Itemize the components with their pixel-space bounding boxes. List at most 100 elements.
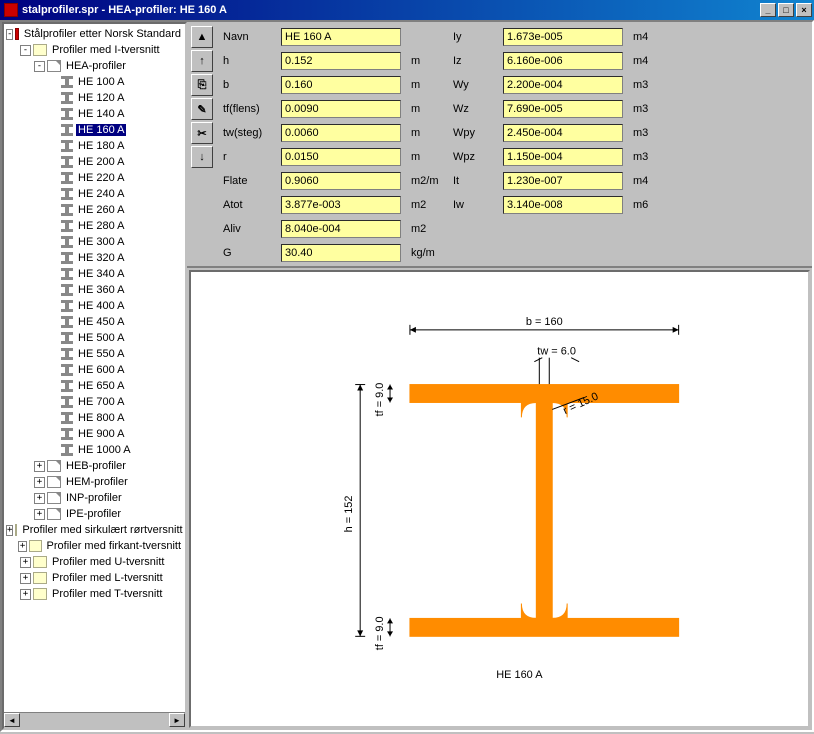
tree-root[interactable]: -Stålprofiler etter Norsk Standard (6, 26, 183, 42)
expander-icon (48, 189, 59, 200)
cut-button[interactable]: ✂ (191, 122, 213, 144)
scroll-left-button[interactable]: ◄ (4, 713, 20, 727)
field-value-Atot[interactable]: 3.877e-003 (281, 196, 401, 214)
tree-label: HE 220 A (76, 172, 126, 184)
move-first-button[interactable]: ▲ (191, 26, 213, 48)
tree-group-hem-profiler[interactable]: +HEM-profiler (6, 474, 183, 490)
field-value-Aliv[interactable]: 8.040e-004 (281, 220, 401, 238)
expander-icon[interactable]: + (18, 541, 28, 552)
field-value-Navn[interactable]: HE 160 A (281, 28, 401, 46)
tree-group-heb-profiler[interactable]: +HEB-profiler (6, 458, 183, 474)
field-value-Wpz[interactable]: 1.150e-004 (503, 148, 623, 166)
field-value-Iz[interactable]: 6.160e-006 (503, 52, 623, 70)
tree-item-he-1000-a[interactable]: HE 1000 A (6, 442, 183, 458)
field-value-r[interactable]: 0.0150 (281, 148, 401, 166)
field-value-Flate[interactable]: 0.9060 (281, 172, 401, 190)
tree-item-he-340-a[interactable]: HE 340 A (6, 266, 183, 282)
field-value-tw(steg)[interactable]: 0.0060 (281, 124, 401, 142)
expander-icon[interactable]: - (20, 45, 31, 56)
field-value-Iw[interactable]: 3.140e-008 (503, 196, 623, 214)
tree-group-ipe-profiler[interactable]: +IPE-profiler (6, 506, 183, 522)
tree-item-he-700-a[interactable]: HE 700 A (6, 394, 183, 410)
tree-group-i[interactable]: -Profiler med I-tversnitt (6, 42, 183, 58)
tree-item-he-280-a[interactable]: HE 280 A (6, 218, 183, 234)
tree-item-he-800-a[interactable]: HE 800 A (6, 410, 183, 426)
expander-icon[interactable]: - (6, 29, 13, 40)
expander-icon[interactable]: + (34, 493, 45, 504)
field-value-tf(flens)[interactable]: 0.0090 (281, 100, 401, 118)
tree-item-he-140-a[interactable]: HE 140 A (6, 106, 183, 122)
tree-item-he-160-a[interactable]: HE 160 A (6, 122, 183, 138)
field-value-Wpy[interactable]: 2.450e-004 (503, 124, 623, 142)
tree-label: HE 200 A (76, 156, 126, 168)
tree-group-other[interactable]: + Profiler med L-tversnitt (6, 570, 183, 586)
tree-group-inp-profiler[interactable]: + INP-profiler (6, 490, 183, 506)
field-value-b[interactable]: 0.160 (281, 76, 401, 94)
tree-item-he-500-a[interactable]: HE 500 A (6, 330, 183, 346)
expander-icon[interactable]: + (34, 461, 45, 472)
tree-item-he-300-a[interactable]: HE 300 A (6, 234, 183, 250)
expander-icon (48, 125, 59, 136)
tree-group-other[interactable]: + Profiler med T-tversnitt (6, 586, 183, 602)
move-down-button[interactable]: ↓ (191, 146, 213, 168)
field-value-Wy[interactable]: 2.200e-004 (503, 76, 623, 94)
tree-label: HE 260 A (76, 204, 126, 216)
field-unit-r: m (411, 148, 443, 166)
expander-icon[interactable]: + (34, 477, 45, 488)
copy-button[interactable]: ⎘ (191, 74, 213, 96)
tree-group-other[interactable]: +Profiler med sirkulært rørtversnitt (6, 522, 183, 538)
tree-label: Profiler med L-tversnitt (50, 572, 165, 584)
field-value-It[interactable]: 1.230e-007 (503, 172, 623, 190)
maximize-button[interactable]: □ (778, 3, 794, 17)
tree-item-he-100-a[interactable]: HE 100 A (6, 74, 183, 90)
ibeam-icon (61, 236, 73, 248)
tree-item-he-320-a[interactable]: HE 320 A (6, 250, 183, 266)
tree-item-he-600-a[interactable]: HE 600 A (6, 362, 183, 378)
field-label-b: b (223, 76, 271, 94)
tree-item-he-260-a[interactable]: HE 260 A (6, 202, 183, 218)
tree-item-he-650-a[interactable]: HE 650 A (6, 378, 183, 394)
horizontal-scrollbar[interactable]: ◄ ► (4, 712, 185, 728)
page-icon (47, 460, 61, 472)
field-label-Iz: Iz (453, 52, 493, 70)
minimize-button[interactable]: _ (760, 3, 776, 17)
tree-item-he-360-a[interactable]: HE 360 A (6, 282, 183, 298)
field-label-Atot: Atot (223, 196, 271, 214)
field-value-Wz[interactable]: 7.690e-005 (503, 100, 623, 118)
field-unit-tf(flens): m (411, 100, 443, 118)
field-value-h[interactable]: 0.152 (281, 52, 401, 70)
expander-icon[interactable]: + (6, 525, 13, 536)
field-label-Aliv: Aliv (223, 220, 271, 238)
tree-item-he-550-a[interactable]: HE 550 A (6, 346, 183, 362)
tree-item-he-220-a[interactable]: HE 220 A (6, 170, 183, 186)
tree-item-he-180-a[interactable]: HE 180 A (6, 138, 183, 154)
folder-icon (15, 524, 17, 536)
tree-label: Profiler med T-tversnitt (50, 588, 164, 600)
field-label-Wpy: Wpy (453, 124, 493, 142)
tree-item-he-120-a[interactable]: HE 120 A (6, 90, 183, 106)
tree-item-he-900-a[interactable]: HE 900 A (6, 426, 183, 442)
tree-group-other[interactable]: +Profiler med U-tversnitt (6, 554, 183, 570)
expander-icon[interactable]: - (34, 61, 45, 72)
expander-icon[interactable]: + (34, 509, 45, 520)
folder-icon (33, 572, 47, 584)
tree-item-he-200-a[interactable]: HE 200 A (6, 154, 183, 170)
field-label-G: G (223, 244, 271, 262)
expander-icon[interactable]: + (20, 557, 31, 568)
tree-item-he-240-a[interactable]: HE 240 A (6, 186, 183, 202)
move-up-button[interactable]: ↑ (191, 50, 213, 72)
empty (633, 220, 661, 238)
tree-label: INP-profiler (64, 492, 124, 504)
expander-icon[interactable]: + (20, 589, 31, 600)
close-button[interactable]: × (796, 3, 812, 17)
scroll-right-button[interactable]: ► (169, 713, 185, 727)
tree-item-he-450-a[interactable]: HE 450 A (6, 314, 183, 330)
tree-item-he-400-a[interactable]: HE 400 A (6, 298, 183, 314)
tree-label: HE 900 A (76, 428, 126, 440)
field-value-Iy[interactable]: 1.673e-005 (503, 28, 623, 46)
tree-hea-group[interactable]: -HEA-profiler (6, 58, 183, 74)
tool-button[interactable]: ✎ (191, 98, 213, 120)
expander-icon[interactable]: + (20, 573, 31, 584)
field-value-G[interactable]: 30.40 (281, 244, 401, 262)
tree-group-other[interactable]: +Profiler med firkant-tversnitt (6, 538, 183, 554)
